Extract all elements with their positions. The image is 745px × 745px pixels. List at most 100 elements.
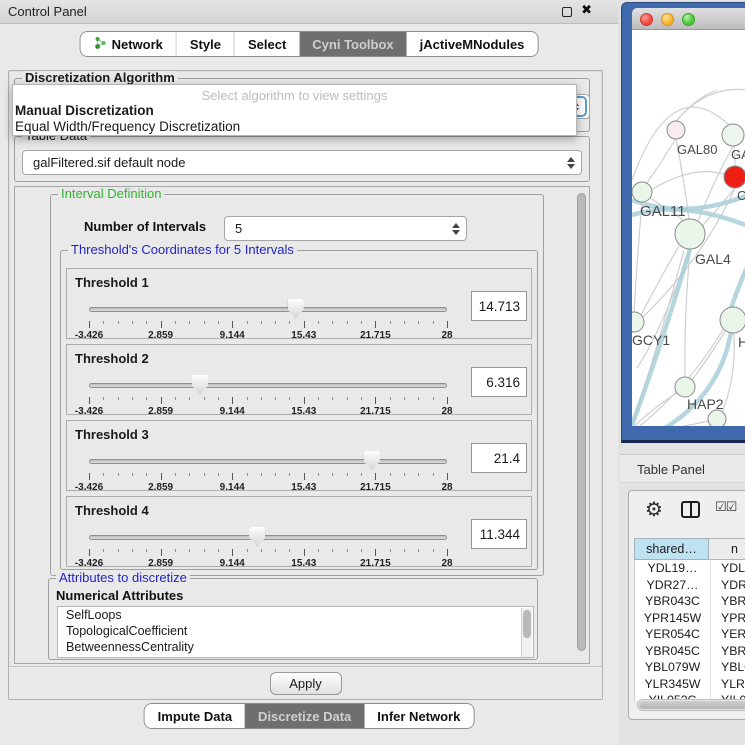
network-edge[interactable] [651, 172, 724, 190]
tick-label: 21.715 [360, 330, 391, 341]
node-top-right[interactable] [722, 124, 744, 146]
threshold-value-field[interactable]: 21.4 [471, 443, 527, 473]
slider-ticks [89, 321, 447, 329]
slider-track[interactable] [89, 383, 447, 388]
cell-name[interactable]: YDL1 [710, 560, 745, 577]
attribute-list-item[interactable]: BetweennessCentrality [58, 639, 533, 655]
cell-shared-name[interactable]: YLR345W [635, 676, 710, 693]
slider-thumb[interactable] [192, 375, 208, 395]
spinner-arrows-icon [451, 222, 461, 236]
slider-track[interactable] [89, 307, 447, 312]
node-label: GA [731, 147, 745, 162]
slider-thumb[interactable] [249, 527, 265, 547]
tick-label: -3.426 [75, 558, 103, 569]
threshold-value-field[interactable]: 6.316 [471, 367, 527, 397]
select-columns-checkboxes-icon[interactable]: ☑☑ [715, 500, 736, 515]
tab-select[interactable]: Select [234, 32, 299, 56]
network-edge[interactable] [646, 138, 676, 184]
network-canvas[interactable]: GAL80GACGAL11GAL4GCY1HHAP2 [632, 30, 745, 426]
node-gal4[interactable] [675, 219, 705, 249]
table-row[interactable]: YDL19…YDL1 [635, 560, 745, 577]
node-gal11[interactable] [632, 182, 652, 202]
table-row[interactable]: YBR043CYBR0 [635, 593, 745, 610]
list-scrollbar[interactable] [521, 608, 532, 658]
cell-shared-name[interactable]: YDL19… [635, 560, 710, 577]
cell-shared-name[interactable]: YBL079W [635, 659, 710, 676]
gear-icon[interactable]: ⚙ [645, 497, 663, 521]
network-edge-thick[interactable] [731, 265, 745, 309]
node-bottom[interactable] [708, 410, 726, 426]
slider-thumb[interactable] [288, 299, 304, 319]
tab-network[interactable]: Network [81, 32, 176, 56]
table-row[interactable]: YBR045CYBR0 [635, 643, 745, 660]
tab-cyni-toolbox[interactable]: Cyni Toolbox [299, 32, 406, 56]
table-header-row: shared… n [634, 538, 745, 560]
table-row[interactable]: YBL079WYBL0 [635, 659, 745, 676]
cell-name[interactable]: YER0 [710, 626, 745, 643]
threshold-slider[interactable]: -3.4262.8599.14415.4321.71528 [89, 375, 447, 415]
float-window-icon[interactable] [562, 7, 572, 17]
network-edge[interactable] [692, 330, 726, 380]
apply-button[interactable]: Apply [270, 672, 342, 695]
node-gcy1[interactable] [632, 312, 644, 332]
cell-shared-name[interactable]: YDR27… [635, 577, 710, 594]
table-row[interactable]: YER054CYER0 [635, 626, 745, 643]
slider-thumb[interactable] [364, 451, 380, 471]
threshold-label: Threshold 1 [75, 275, 149, 290]
tab-style[interactable]: Style [176, 32, 234, 56]
table-row[interactable]: YLR345WYLR3 [635, 676, 745, 693]
node-hap2[interactable] [675, 377, 695, 397]
tab-jactivemnodules[interactable]: jActiveMNodules [407, 32, 538, 56]
horizontal-scrollbar[interactable] [637, 699, 745, 711]
zoom-traffic-light-icon[interactable] [682, 13, 695, 26]
slider-tick-labels: -3.4262.8599.14415.4321.71528 [89, 330, 447, 342]
slider-track[interactable] [89, 459, 447, 464]
threshold-value-field[interactable]: 11.344 [471, 519, 527, 549]
node-h[interactable] [720, 307, 745, 333]
threshold-slider[interactable]: -3.4262.8599.14415.4321.71528 [89, 527, 447, 567]
cell-name[interactable]: YDR2 [710, 577, 745, 594]
tick-label: 21.715 [360, 482, 391, 493]
number-of-intervals-combobox[interactable]: 5 [224, 216, 467, 241]
cell-name[interactable]: YBL0 [710, 659, 745, 676]
table-row[interactable]: YPR145WYPR1 [635, 610, 745, 627]
algorithm-dropdown-popup: Select algorithm to view settings Manual… [12, 84, 577, 136]
dropdown-option-equal-width[interactable]: Equal Width/Frequency Discretization [13, 119, 576, 135]
cell-shared-name[interactable]: YBR043C [635, 593, 710, 610]
slider-track[interactable] [89, 535, 447, 540]
network-window-titlebar[interactable] [632, 8, 745, 30]
cell-name[interactable]: YBR0 [710, 643, 745, 660]
node-red[interactable] [724, 166, 745, 188]
attribute-list-item[interactable]: TopologicalCoefficient [58, 623, 533, 639]
minimize-traffic-light-icon[interactable] [661, 13, 674, 26]
vertical-scrollbar[interactable] [577, 193, 586, 651]
tab-label: Impute Data [158, 709, 232, 724]
attribute-list-item[interactable]: SelfLoops [58, 607, 533, 623]
tab-impute-data[interactable]: Impute Data [145, 704, 245, 728]
cell-shared-name[interactable]: YBR045C [635, 643, 710, 660]
table-row[interactable]: YDR27…YDR2 [635, 577, 745, 594]
node-gal80[interactable] [667, 121, 685, 139]
column-header-name[interactable]: n [709, 538, 745, 560]
table-panel-title: Table Panel [637, 462, 705, 477]
tab-discretize-data[interactable]: Discretize Data [245, 704, 364, 728]
cell-name[interactable]: YLR3 [710, 676, 745, 693]
columns-icon[interactable] [681, 501, 700, 518]
cell-shared-name[interactable]: YER054C [635, 626, 710, 643]
table-data-combobox[interactable]: galFiltered.sif default node [22, 150, 582, 175]
cell-name[interactable]: YPR1 [710, 610, 745, 627]
threshold-label: Threshold 2 [75, 351, 149, 366]
network-edge[interactable] [676, 89, 745, 121]
threshold-slider[interactable]: -3.4262.8599.14415.4321.71528 [89, 451, 447, 491]
cell-name[interactable]: YBR0 [710, 593, 745, 610]
dropdown-option-manual[interactable]: Manual Discretization [13, 103, 576, 119]
network-view-window[interactable]: GAL80GACGAL11GAL4GCY1HHAP2 [621, 2, 745, 443]
tab-infer-network[interactable]: Infer Network [364, 704, 473, 728]
tick-label: -3.426 [75, 330, 103, 341]
close-icon[interactable]: ✖ [581, 3, 592, 18]
close-traffic-light-icon[interactable] [640, 13, 653, 26]
cell-shared-name[interactable]: YPR145W [635, 610, 710, 627]
column-header-shared-name[interactable]: shared… [634, 538, 709, 560]
threshold-slider[interactable]: -3.4262.8599.14415.4321.71528 [89, 299, 447, 339]
threshold-value-field[interactable]: 14.713 [471, 291, 527, 321]
